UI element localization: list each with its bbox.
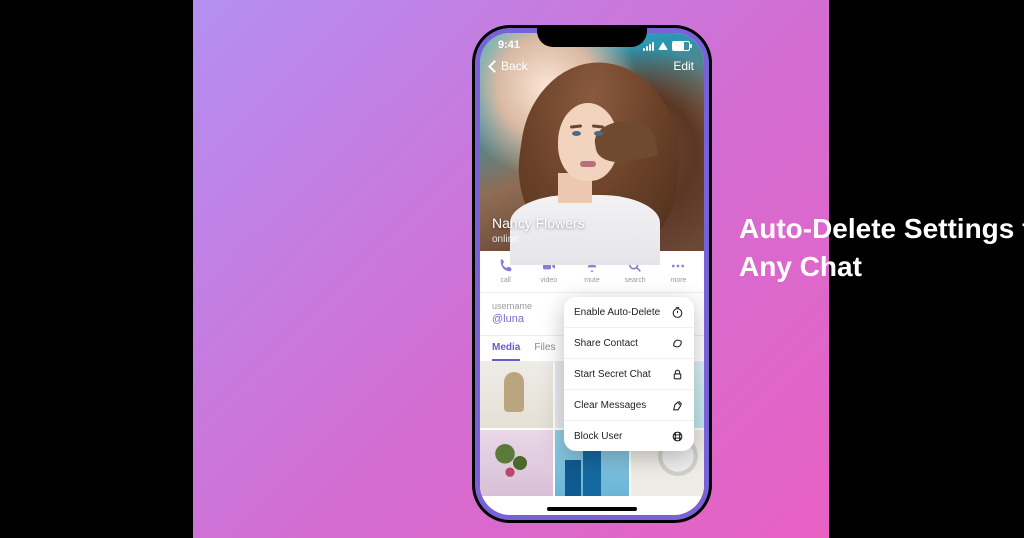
status-time: 9:41 [498, 39, 520, 51]
lock-icon [670, 367, 684, 381]
phone-frame: 9:41 Back Edit [472, 25, 712, 523]
menu-share-contact[interactable]: Share Contact [564, 327, 694, 358]
menu-label: Clear Messages [574, 400, 646, 411]
share-icon [670, 336, 684, 350]
wifi-icon [658, 42, 668, 50]
phone-notch [537, 25, 647, 47]
cellular-icon [643, 42, 654, 51]
action-label: video [540, 277, 557, 284]
headline: Auto-Delete Settings for Any Chat [739, 210, 1024, 286]
more-menu: Enable Auto-Delete Share Contact Start S… [564, 297, 694, 451]
menu-label: Enable Auto-Delete [574, 307, 660, 318]
broom-icon [670, 398, 684, 412]
menu-label: Share Contact [574, 338, 638, 349]
action-label: search [625, 277, 646, 284]
back-button[interactable]: Back [490, 59, 528, 73]
profile-name: Nancy Flowers [492, 215, 585, 231]
action-label: call [500, 277, 511, 284]
menu-block-user[interactable]: Block User [564, 420, 694, 451]
action-label: more [670, 277, 686, 284]
tab-files[interactable]: Files [534, 342, 555, 361]
menu-clear-messages[interactable]: Clear Messages [564, 389, 694, 420]
battery-icon [672, 41, 690, 51]
avatar-face [540, 83, 640, 213]
chevron-left-icon [488, 60, 501, 73]
block-icon [670, 429, 684, 443]
media-tile[interactable] [480, 362, 553, 428]
menu-label: Start Secret Chat [574, 369, 651, 380]
home-indicator[interactable] [547, 507, 637, 511]
action-more[interactable]: more [658, 257, 698, 284]
action-label: mute [584, 277, 600, 284]
edit-button[interactable]: Edit [673, 59, 694, 73]
menu-start-secret-chat[interactable]: Start Secret Chat [564, 358, 694, 389]
tab-media[interactable]: Media [492, 342, 520, 361]
promo-stage: Auto-Delete Settings for Any Chat 9:41 [193, 0, 829, 538]
more-icon [669, 257, 687, 275]
back-label: Back [501, 59, 528, 73]
menu-enable-auto-delete[interactable]: Enable Auto-Delete [564, 297, 694, 327]
media-tile[interactable] [480, 430, 553, 496]
menu-label: Block User [574, 431, 622, 442]
profile-status: online [492, 234, 519, 245]
phone-screen: 9:41 Back Edit [480, 33, 704, 515]
profile-header: Back Edit Nancy Flowers online [480, 33, 704, 251]
timer-icon [670, 305, 684, 319]
